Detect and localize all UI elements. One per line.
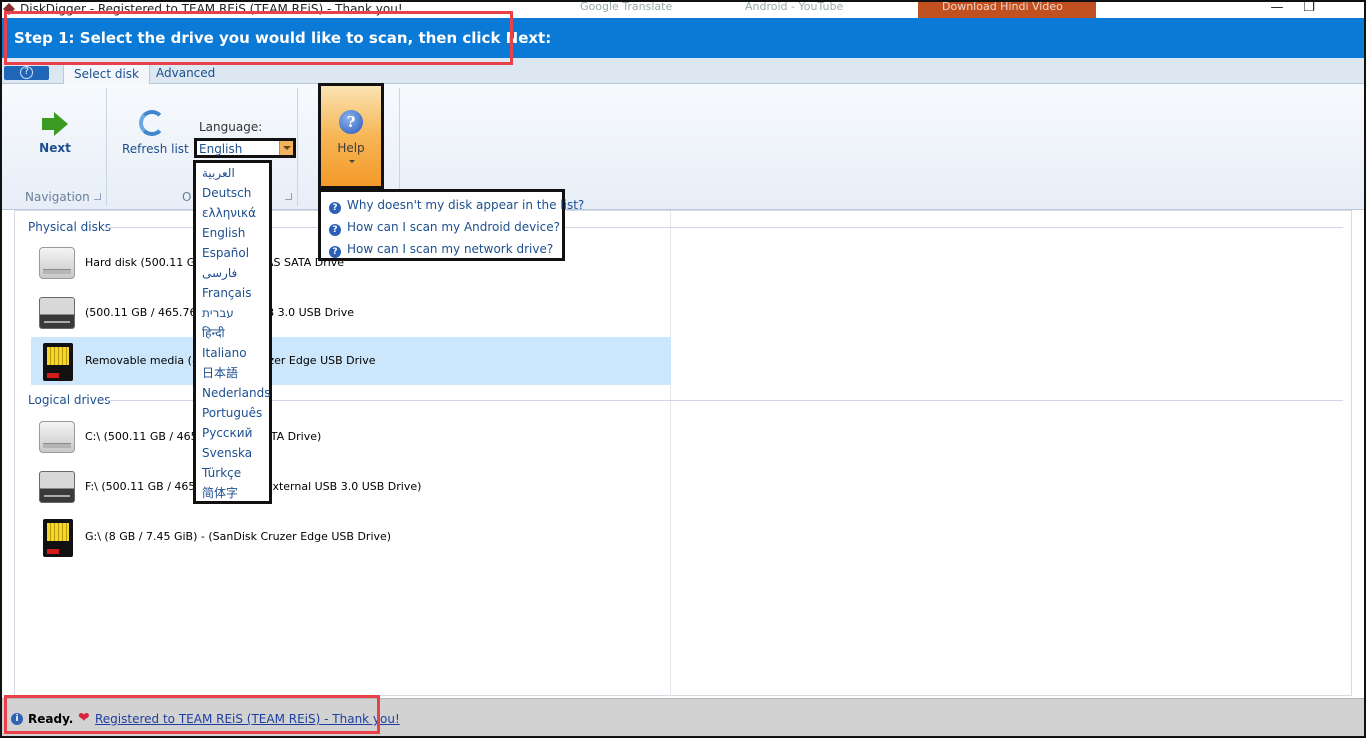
refresh-list-label: Refresh list bbox=[122, 142, 189, 156]
info-icon: i bbox=[11, 713, 23, 725]
help-menu-item-label: How can I scan my Android device? bbox=[347, 220, 560, 234]
group-label-options: O bbox=[182, 190, 192, 204]
language-option[interactable]: Italiano bbox=[196, 343, 269, 363]
help-menu: ? Why doesn't my disk appear in the list?… bbox=[318, 189, 584, 261]
next-arrow-icon bbox=[42, 118, 54, 130]
section-divider bbox=[107, 400, 1343, 401]
drive-row-label: G:\ (8 GB / 7.45 GiB) - (SanDisk Cruzer … bbox=[85, 530, 392, 543]
drive-row[interactable]: G:\ (8 GB / 7.45 GiB) - (SanDisk Cruzer … bbox=[31, 513, 671, 561]
hard-disk-icon bbox=[37, 245, 77, 279]
usb-drive-icon bbox=[37, 519, 77, 557]
refresh-list-button[interactable]: Refresh list bbox=[122, 108, 189, 158]
help-menu-item[interactable]: ? How can I scan my Android device? bbox=[321, 217, 562, 239]
language-option[interactable]: हिन्दी bbox=[196, 323, 269, 343]
drive-row[interactable]: F:\ (500.11 GB / 465.76 G SHIBA External… bbox=[31, 463, 671, 511]
language-option[interactable]: Türkçe bbox=[196, 463, 269, 483]
step-banner: Step 1: Select the drive you would like … bbox=[0, 18, 1366, 58]
language-label: Language: bbox=[199, 120, 263, 134]
usb-drive-icon bbox=[37, 343, 77, 381]
language-select[interactable]: English bbox=[194, 138, 296, 158]
language-option[interactable]: Русский bbox=[196, 423, 269, 443]
help-menu-item-label: How can I scan my network drive? bbox=[347, 242, 554, 256]
ribbon-tabs: ? Select disk Advanced bbox=[0, 58, 1366, 84]
window-titlebar: DiskDigger - Registered to TEAM REiS (TE… bbox=[0, 0, 1366, 18]
background-tab: Android - YouTube bbox=[745, 0, 844, 13]
group-separator bbox=[106, 88, 107, 206]
hard-disk-icon bbox=[37, 419, 77, 453]
dialog-launcher-icon[interactable] bbox=[285, 193, 292, 200]
status-text: Ready. bbox=[28, 712, 74, 726]
next-button[interactable]: Next bbox=[26, 110, 84, 160]
registration-link[interactable]: Registered to TEAM REiS (TEAM REiS) - Th… bbox=[95, 712, 400, 726]
language-option[interactable]: Português bbox=[196, 403, 269, 423]
language-option[interactable]: العربية bbox=[196, 163, 269, 183]
help-question-icon: ? bbox=[329, 224, 341, 236]
next-arrow-icon bbox=[54, 112, 68, 136]
app-menu-button[interactable]: ? bbox=[4, 66, 49, 80]
next-button-label: Next bbox=[39, 141, 71, 155]
status-bar: i Ready. ❤ Registered to TEAM REiS (TEAM… bbox=[0, 698, 1366, 738]
language-dropdown-list: العربية Deutsch ελληνικά English Español… bbox=[193, 160, 272, 504]
disk-row[interactable]: (500.11 GB / 465.76 GiB) rnal USB 3.0 US… bbox=[31, 289, 671, 337]
language-option[interactable]: فارسی bbox=[196, 263, 269, 283]
disk-row-selected[interactable]: Removable media (8 GB Disk Cruzer Edge U… bbox=[31, 337, 671, 385]
drive-row[interactable]: C:\ (500.11 GB / 465.76 G DAS SATA Drive… bbox=[31, 413, 671, 461]
help-button[interactable]: ? Help bbox=[318, 83, 384, 189]
background-tab: Download Hindi Video bbox=[918, 0, 1096, 18]
physical-disks-header: Physical disks bbox=[28, 220, 112, 234]
help-circle-icon: ? bbox=[20, 66, 33, 79]
chevron-down-icon[interactable] bbox=[279, 141, 293, 155]
group-label-navigation: Navigation bbox=[25, 190, 90, 204]
language-option[interactable]: ελληνικά bbox=[196, 203, 269, 223]
dialog-launcher-icon[interactable] bbox=[94, 193, 101, 200]
group-separator bbox=[297, 88, 298, 206]
external-drive-icon bbox=[37, 469, 77, 503]
help-menu-item[interactable]: ? How can I scan my network drive? bbox=[321, 239, 562, 261]
language-select-value: English bbox=[199, 142, 243, 156]
language-option[interactable]: Español bbox=[196, 243, 269, 263]
language-option[interactable]: עברית bbox=[196, 303, 269, 323]
help-menu-item[interactable]: ? Why doesn't my disk appear in the list? bbox=[321, 195, 584, 217]
diskdigger-app-icon bbox=[3, 3, 15, 15]
tab-select-disk[interactable]: Select disk bbox=[63, 62, 150, 84]
background-tab: Google Translate bbox=[580, 0, 673, 13]
help-button-label: Help bbox=[337, 141, 365, 155]
chevron-down-icon bbox=[349, 160, 355, 163]
language-option[interactable]: Deutsch bbox=[196, 183, 269, 203]
tab-advanced[interactable]: Advanced bbox=[146, 62, 225, 84]
section-divider bbox=[107, 227, 1343, 228]
help-question-icon: ? bbox=[329, 246, 341, 258]
help-menu-item-label: Why doesn't my disk appear in the list? bbox=[347, 198, 585, 212]
language-option[interactable]: 日本語 bbox=[196, 363, 269, 383]
language-option[interactable]: Svenska bbox=[196, 443, 269, 463]
maximize-icon[interactable]: ❐ bbox=[1294, 0, 1324, 18]
minimize-icon[interactable]: — bbox=[1262, 0, 1292, 18]
language-option[interactable]: 简体字 bbox=[196, 483, 269, 503]
external-drive-icon bbox=[37, 295, 77, 329]
language-option[interactable]: Nederlands bbox=[196, 383, 270, 403]
refresh-icon bbox=[139, 110, 165, 136]
logical-drives-header: Logical drives bbox=[28, 393, 111, 407]
help-question-icon: ? bbox=[339, 110, 363, 134]
heart-icon: ❤ bbox=[78, 710, 90, 726]
help-question-icon: ? bbox=[329, 202, 341, 214]
language-option[interactable]: English bbox=[196, 223, 269, 243]
step-title: Step 1: Select the drive you would like … bbox=[14, 29, 552, 47]
language-option[interactable]: Français bbox=[196, 283, 269, 303]
window-title: DiskDigger - Registered to TEAM REiS (TE… bbox=[20, 2, 403, 16]
